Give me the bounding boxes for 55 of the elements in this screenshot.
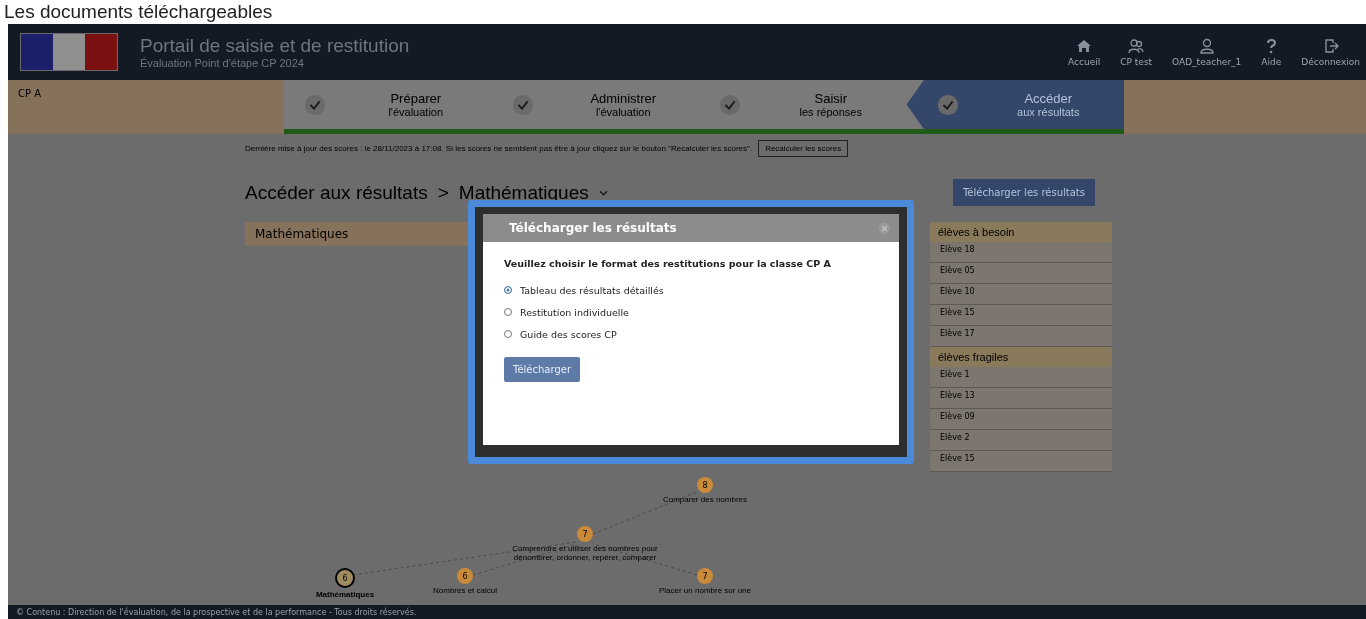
download-button[interactable]: Télécharger [504, 357, 580, 382]
nav-link[interactable]: Accueil [1068, 37, 1101, 67]
student-row[interactable]: Elève 13 [930, 388, 1112, 409]
home-icon [1076, 37, 1093, 54]
group-title: élèves fragiles [938, 351, 1009, 363]
skill-label[interactable]: Nombres et calcul [433, 586, 497, 595]
subject-dropdown[interactable]: Mathématiques [458, 181, 589, 204]
student-row[interactable]: Elève 15 [930, 451, 1112, 472]
radio-button[interactable] [504, 308, 512, 316]
student-row[interactable]: Elève 17 [930, 326, 1112, 347]
skill-label[interactable]: Comprendre et utiliser des nombres pour dénombrer, ordonner, repérer, comparer [510, 544, 660, 562]
student-row[interactable]: Elève 09 [930, 409, 1112, 430]
copyright-text: © Contenu : Direction de l'évaluation, de la prospective et de la performance - Tous droits réservés. [16, 607, 417, 617]
nav-link[interactable]: CP test [1120, 37, 1153, 67]
group-title: élèves à besoin [938, 226, 1015, 238]
option-label[interactable]: Tableau des résultats détaillés [520, 284, 664, 296]
option-label[interactable]: Guide des scores CP [520, 328, 617, 340]
update-notice: Dernière mise à jour des scores : le 28/11/2023 à 17:08. Si les scores ne semblent pas être à jour cliquez sur le bouton "Recalculer les scores". [245, 144, 753, 153]
score-badge: 6 [457, 568, 473, 584]
class-label: CP A [18, 88, 42, 99]
portal-title: Portail de saisie et de restitution [140, 35, 410, 57]
student-row[interactable]: Elève 1 [930, 367, 1112, 388]
radio-button[interactable] [504, 286, 512, 294]
score-badge: 8 [697, 477, 713, 493]
recalculate-button[interactable]: Recalculer les scores [758, 140, 849, 157]
skill-label[interactable]: Placer un nombre sur une [658, 586, 752, 595]
score-badge: 7 [697, 568, 713, 584]
student-row[interactable]: Elève 18 [930, 242, 1112, 263]
skill-label[interactable]: Mathématiques [315, 590, 375, 599]
caret-icon [598, 189, 608, 196]
breadcrumb-separator: > [437, 181, 449, 204]
student-row[interactable]: Elève 15 [930, 305, 1112, 326]
skill-label[interactable]: Comparer des nombres [662, 495, 747, 504]
breadcrumb-link[interactable]: Accéder aux résultats [245, 181, 428, 204]
group-icon [1128, 37, 1145, 54]
nav-link[interactable]: Aide [1261, 37, 1282, 67]
caption-text: Les documents téléchargeables [3, 0, 274, 24]
nav-link[interactable]: OAD_teacher_1 [1172, 37, 1242, 67]
score-badge: 7 [577, 526, 593, 542]
nav-link[interactable]: Déconnexion [1301, 37, 1360, 67]
option-label[interactable]: Restitution individuelle [520, 306, 629, 318]
dialog-prompt: Veuillez choisir le format des restitutions pour la classe CP A [504, 258, 832, 269]
panel-title: Mathématiques [255, 227, 349, 241]
download-results-button[interactable]: Télécharger les résultats [952, 179, 1095, 206]
portal-subtitle: Évaluation Point d'étape CP 2024 [140, 57, 305, 69]
logout-icon [1322, 37, 1339, 54]
student-row[interactable]: Elève 10 [930, 284, 1112, 305]
dialog-title: Télécharger les résultats [509, 221, 677, 235]
score-badge: 6 [335, 568, 355, 588]
radio-button[interactable] [504, 330, 512, 338]
user-icon [1198, 37, 1215, 54]
student-row[interactable]: Elève 05 [930, 263, 1112, 284]
progress-step[interactable]: Accéder aux résultats [906, 80, 1124, 129]
close-icon[interactable] [878, 221, 891, 235]
student-row[interactable]: Elève 2 [930, 430, 1112, 451]
